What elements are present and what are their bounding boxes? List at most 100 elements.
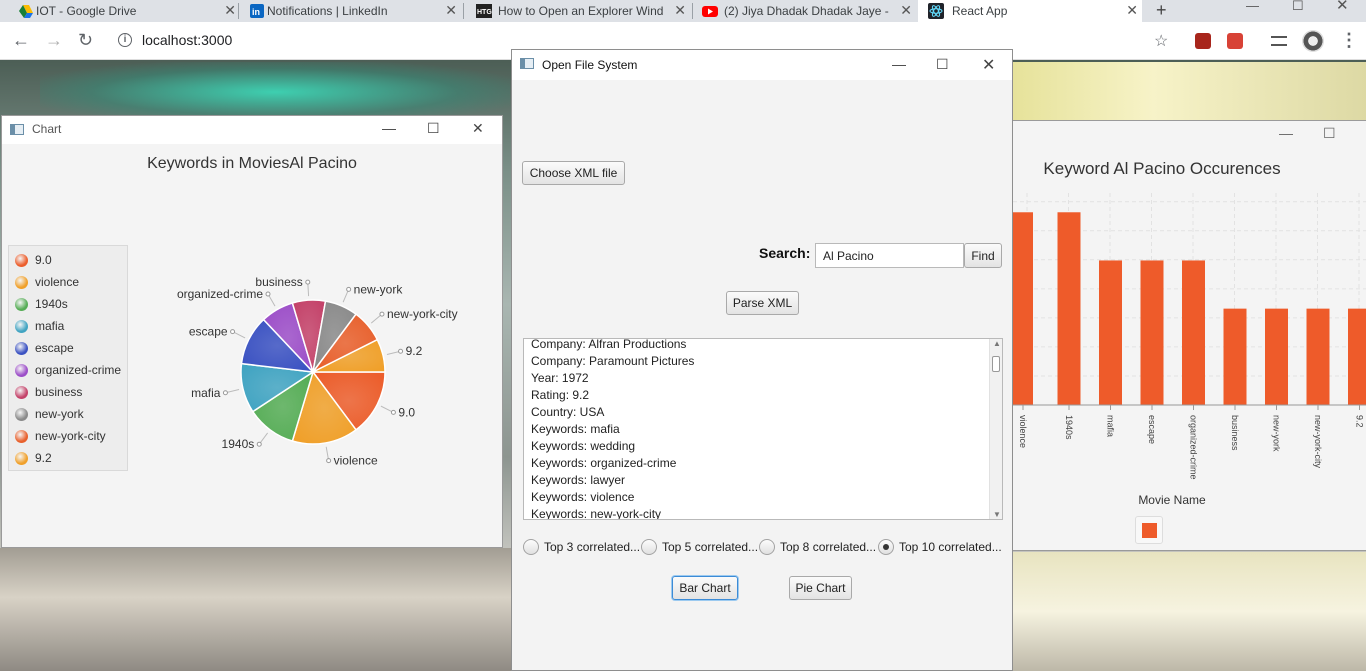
close-icon[interactable]: ✕ [982,55,995,75]
react-icon [928,3,944,19]
parse-xml-button[interactable]: Parse XML [726,291,799,315]
x-tick-label: business [1230,415,1240,451]
linkedin-icon: in [250,4,264,18]
bar-violence[interactable] [1057,212,1081,405]
pie-slice-label: 9.2 [406,344,423,358]
radio-button[interactable] [878,539,894,555]
tab-htg[interactable]: HTG How to Open an Explorer Wind ✕ [476,0,690,22]
close-icon[interactable]: ✕ [472,120,484,137]
back-arrow-icon[interactable]: ← [12,30,30,50]
tab-divider [692,3,693,19]
minimize-icon[interactable]: — [1246,0,1259,12]
bar-new-york[interactable] [1306,308,1330,405]
x-tick-label: escape [1147,415,1157,444]
radio-button[interactable] [641,539,657,555]
close-tab-icon[interactable]: ✕ [674,2,686,19]
pie-chart-button[interactable]: Pie Chart [789,576,852,600]
profile-avatar-icon[interactable] [1302,30,1324,52]
pie-label-dot [305,279,311,285]
bar-partial[interactable] [1013,212,1033,405]
chart-window: Chart — ☐ ✕ Keywords in MoviesAl Pacino … [1,115,503,548]
reload-icon[interactable]: ↻ [78,30,93,50]
forward-arrow-icon[interactable]: → [45,30,63,50]
tab-youtube[interactable]: (2) Jiya Dhadak Dhadak Jaye - ✕ [702,0,916,22]
window-titlebar[interactable]: Open File System — ☐ ✕ [512,50,1012,80]
xml-output-line: Year: 1972 [531,371,589,385]
tab-title: (2) Jiya Dhadak Dhadak Jaye - [724,4,889,18]
pie-label-dot [326,458,332,464]
radio-top-10[interactable]: Top 10 correlated... [878,538,1002,556]
maximize-icon[interactable]: ☐ [936,56,949,73]
bar-escape[interactable] [1182,260,1205,405]
radio-button[interactable] [759,539,775,555]
bookmark-star-icon[interactable]: ☆ [1154,31,1168,51]
scrollbar-thumb[interactable] [992,356,1000,372]
radio-top-5[interactable]: Top 5 correlated... [641,538,758,556]
extension-icon[interactable] [1227,33,1243,49]
window-titlebar[interactable]: Chart — ☐ ✕ [2,116,502,144]
x-tick-label: mafia [1106,415,1116,437]
scroll-up-icon[interactable]: ▲ [993,339,1001,348]
pie-chart-area: Keywords in MoviesAl Pacino 9.0 violence 1… [2,144,502,547]
bar-new-york-city[interactable] [1348,308,1366,405]
pie-slice-label: 9.0 [398,405,415,419]
close-tab-icon[interactable]: ✕ [445,2,457,19]
choose-xml-file-button[interactable]: Choose XML file [522,161,625,185]
radio-top-3[interactable]: Top 3 correlated... [523,538,640,556]
desktop-wallpaper-detail [1012,62,1366,120]
radio-label: Top 8 correlated... [780,540,877,554]
xml-output-line: Rating: 9.2 [531,388,590,402]
x-tick-label: violence [1018,415,1028,448]
close-tab-icon[interactable]: ✕ [900,2,912,19]
maximize-icon[interactable]: ☐ [1292,0,1304,12]
xml-output-line: Company: Paramount Pictures [531,354,695,368]
search-label: Search: [759,245,811,261]
new-tab-button[interactable]: + [1156,0,1167,20]
window-app-icon [10,124,24,135]
pie-label-dot [379,311,385,317]
pie-label-dot [390,409,396,415]
bar-business[interactable] [1265,308,1288,405]
maximize-icon[interactable]: ☐ [427,120,440,137]
xml-output-line: Keywords: violence [531,490,635,504]
pie-label-dot [398,348,404,354]
tab-google-drive[interactable]: IOT - Google Drive ✕ [18,0,240,22]
find-button[interactable]: Find [964,243,1002,268]
pie-chart: 9.0 violence 1940s mafia escape organized-cri… [177,275,458,467]
menu-icon[interactable]: ⋮ [1340,30,1358,50]
tab-divider [463,3,464,19]
minimize-icon[interactable]: — [382,120,396,136]
xml-output-line: Company: Alfran Productions [531,338,687,351]
search-input[interactable]: Al Pacino [815,243,964,268]
tab-linkedin[interactable]: in Notifications | LinkedIn ✕ [249,0,461,22]
bar-organized-crime[interactable] [1223,308,1247,405]
bar-1940s[interactable] [1099,260,1122,405]
bar-chart-window: — ☐ Keyword Al Pacino Occurences violenc… [1012,120,1366,551]
close-icon[interactable]: ✕ [1336,0,1349,13]
x-tick-label: new-york-city [1313,415,1323,469]
pie-label-dot [256,441,262,447]
pie-label-dot [230,329,236,335]
radio-button[interactable] [523,539,539,555]
tab-react-app[interactable]: React App ✕ [918,0,1142,22]
textarea-scrollbar[interactable]: ▲ ▼ [989,339,1002,519]
xml-output-line: Country: USA [531,405,605,419]
minimize-icon[interactable]: — [892,56,906,72]
bar-chart-button[interactable]: Bar Chart [672,576,738,600]
x-tick-label: organized-crime [1189,415,1199,480]
playlist-icon[interactable] [1271,36,1287,46]
pie-label-dot [346,286,352,292]
pie-slice-label: mafia [191,386,221,400]
window-title: Open File System [542,58,638,72]
xml-output-textarea[interactable]: Company: Alfran Productions Company: Para… [523,338,1003,520]
scroll-down-icon[interactable]: ▼ [993,510,1001,519]
close-tab-icon[interactable]: ✕ [224,2,236,19]
pie-slice-label: escape [189,325,228,339]
svg-text:in: in [252,7,260,17]
ublock-extension-icon[interactable] [1195,33,1211,49]
pie-label-dot [265,291,271,297]
radio-top-8[interactable]: Top 8 correlated... [759,538,876,556]
bar-mafia[interactable] [1140,260,1164,405]
site-info-icon[interactable]: i [118,33,132,47]
close-tab-icon[interactable]: ✕ [1126,2,1138,19]
